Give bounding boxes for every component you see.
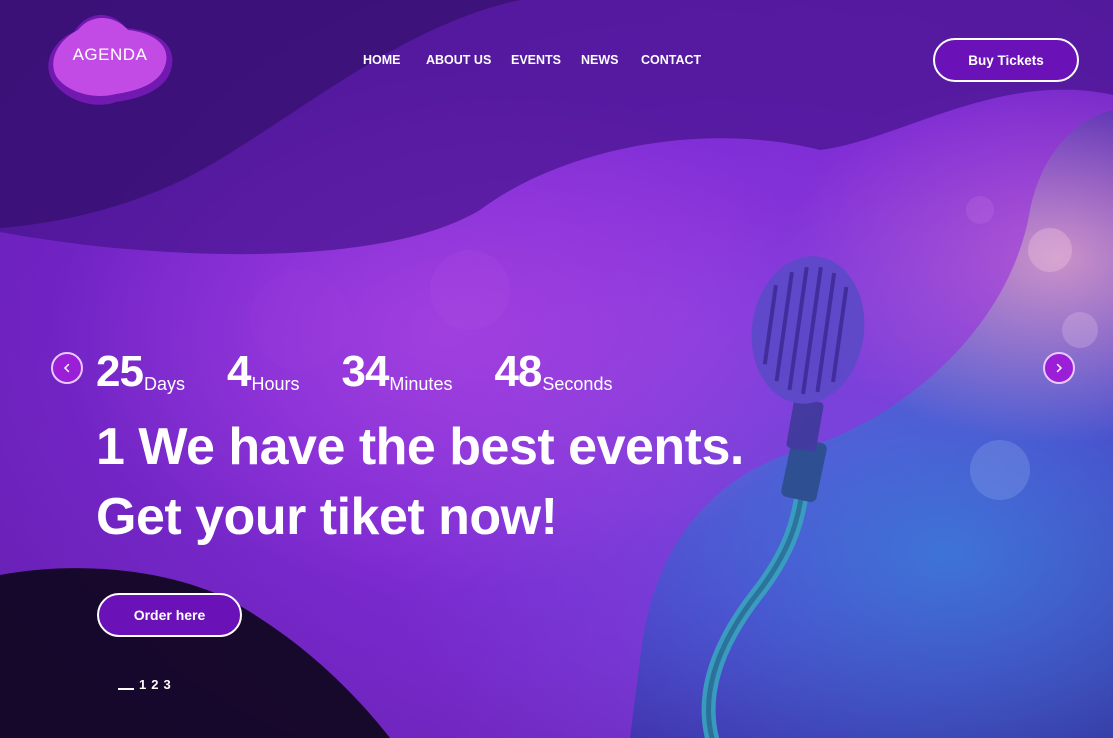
pagination-active-indicator bbox=[118, 688, 134, 690]
pagination-page-1[interactable]: 1 bbox=[139, 677, 146, 692]
countdown-seconds-value: 48 bbox=[494, 347, 542, 396]
countdown-seconds-label: Seconds bbox=[542, 374, 613, 394]
buy-tickets-button[interactable]: Buy Tickets bbox=[933, 38, 1079, 82]
countdown-hours: 4 Hours bbox=[226, 347, 300, 396]
countdown-hours-label: Hours bbox=[251, 374, 300, 394]
countdown-minutes-label: Minutes bbox=[389, 374, 453, 394]
logo[interactable]: AGENDA bbox=[44, 10, 176, 110]
nav-events[interactable]: EVENTS bbox=[511, 53, 561, 67]
hero-stage: AGENDA HOME ABOUT US EVENTS NEWS CONTACT… bbox=[0, 0, 1113, 738]
countdown-minutes-value: 34 bbox=[341, 347, 389, 396]
nav-contact[interactable]: CONTACT bbox=[641, 53, 701, 67]
slider-prev-button[interactable] bbox=[51, 352, 83, 384]
nav-home[interactable]: HOME bbox=[363, 53, 401, 67]
countdown-days-label: Days bbox=[143, 374, 185, 394]
nav-news[interactable]: NEWS bbox=[581, 53, 619, 67]
countdown-days-value: 25 bbox=[96, 347, 144, 396]
hero-headline-line-1: 1 We have the best events. bbox=[96, 418, 744, 476]
order-here-button[interactable]: Order here bbox=[97, 593, 242, 637]
nav-about-us[interactable]: ABOUT US bbox=[426, 53, 491, 67]
pagination-page-3[interactable]: 3 bbox=[163, 677, 170, 692]
countdown-hours-value: 4 bbox=[226, 347, 252, 396]
countdown-minutes: 34 Minutes bbox=[341, 347, 453, 396]
hero-headline-line-2: Get your tiket now! bbox=[96, 488, 558, 546]
logo-text: AGENDA bbox=[72, 45, 148, 64]
slider-next-button[interactable] bbox=[1043, 352, 1075, 384]
pagination-page-2[interactable]: 2 bbox=[151, 677, 158, 692]
chevron-right-icon bbox=[1056, 363, 1063, 373]
countdown-seconds: 48 Seconds bbox=[494, 347, 613, 396]
countdown-timer: 25 Days 4 Hours 34 Minutes 48 Seconds bbox=[96, 342, 654, 396]
slider-pagination: 1 2 3 bbox=[118, 677, 171, 692]
countdown-days: 25 Days bbox=[96, 347, 185, 396]
chevron-left-icon bbox=[63, 363, 70, 373]
hero-headline: 1 We have the best events. Get your tike… bbox=[96, 412, 796, 552]
